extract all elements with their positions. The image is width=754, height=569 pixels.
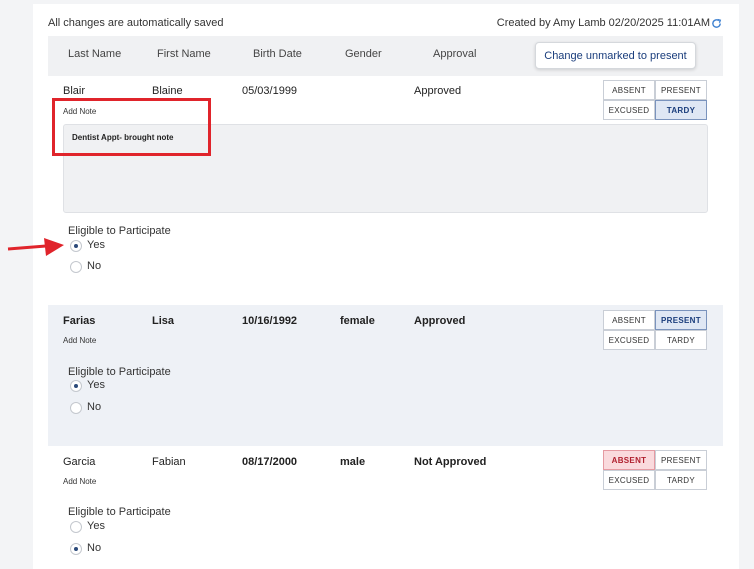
birth-date: 05/03/1999 <box>242 85 298 97</box>
add-note-link[interactable]: Add Note <box>63 336 96 345</box>
present-button[interactable]: PRESENT <box>655 450 707 470</box>
last-name: Garcia <box>63 456 96 468</box>
header-approval[interactable]: Approval <box>433 48 476 60</box>
birth-date: 08/17/2000 <box>242 456 298 468</box>
eligible-label: Eligible to Participate <box>68 506 171 518</box>
gender: male <box>340 456 366 468</box>
first-name: Blaine <box>152 85 183 97</box>
annotation-highlight-box <box>52 98 211 156</box>
header-last-name[interactable]: Last Name <box>68 48 121 60</box>
radio-label-yes: Yes <box>87 239 105 251</box>
top-bar: All changes are automatically saved Crea… <box>48 17 738 33</box>
radio-unchecked-icon <box>70 402 82 414</box>
approval-status: Approved <box>414 315 466 327</box>
created-by-text: Created by Amy Lamb 02/20/2025 11:01AM <box>496 17 710 29</box>
eligible-label: Eligible to Participate <box>68 225 171 237</box>
absent-button[interactable]: ABSENT <box>603 80 655 100</box>
absent-button[interactable]: ABSENT <box>603 450 655 470</box>
attendance-toggle: ABSENT PRESENT EXCUSED TARDY <box>603 80 708 121</box>
tardy-button[interactable]: TARDY <box>655 100 707 120</box>
first-name: Lisa <box>152 315 175 327</box>
refresh-icon[interactable] <box>711 18 722 29</box>
radio-label-yes: Yes <box>87 379 105 391</box>
header-gender[interactable]: Gender <box>345 48 382 60</box>
present-button[interactable]: PRESENT <box>655 310 707 330</box>
header-birth-date[interactable]: Birth Date <box>253 48 302 60</box>
radio-label-yes: Yes <box>87 520 105 532</box>
birth-date: 10/16/1992 <box>242 315 298 327</box>
student-row-farias: Farias Lisa 10/16/1992 female Approved A… <box>48 305 723 446</box>
first-name: Fabian <box>152 456 186 468</box>
approval-status: Approved <box>414 85 462 97</box>
header-first-name[interactable]: First Name <box>157 48 211 60</box>
radio-label-no: No <box>87 542 102 554</box>
excused-button[interactable]: EXCUSED <box>603 330 655 350</box>
radio-unchecked-icon <box>70 261 82 273</box>
change-unmarked-to-present-button[interactable]: Change unmarked to present <box>535 42 696 69</box>
radio-checked-icon <box>70 240 82 252</box>
absent-button[interactable]: ABSENT <box>603 310 655 330</box>
student-row-garcia: Garcia Fabian 08/17/2000 male Not Approv… <box>48 446 723 569</box>
table-header: Last Name First Name Birth Date Gender A… <box>48 36 723 76</box>
autosave-status: All changes are automatically saved <box>48 17 224 29</box>
excused-button[interactable]: EXCUSED <box>603 470 655 490</box>
radio-label-no: No <box>87 401 102 413</box>
radio-unchecked-icon <box>70 521 82 533</box>
gender: female <box>340 315 375 327</box>
present-button[interactable]: PRESENT <box>655 80 707 100</box>
last-name: Farias <box>63 315 96 327</box>
attendance-toggle: ABSENT PRESENT EXCUSED TARDY <box>603 450 708 491</box>
attendance-toggle: ABSENT PRESENT EXCUSED TARDY <box>603 310 708 351</box>
tardy-button[interactable]: TARDY <box>655 470 707 490</box>
eligible-label: Eligible to Participate <box>68 366 171 378</box>
radio-label-no: No <box>87 260 102 272</box>
add-note-link[interactable]: Add Note <box>63 477 96 486</box>
annotation-arrow-icon <box>7 238 64 256</box>
excused-button[interactable]: EXCUSED <box>603 100 655 120</box>
approval-status: Not Approved <box>414 456 487 468</box>
radio-checked-icon <box>70 543 82 555</box>
tardy-button[interactable]: TARDY <box>655 330 707 350</box>
last-name: Blair <box>63 85 86 97</box>
radio-checked-icon <box>70 380 82 392</box>
